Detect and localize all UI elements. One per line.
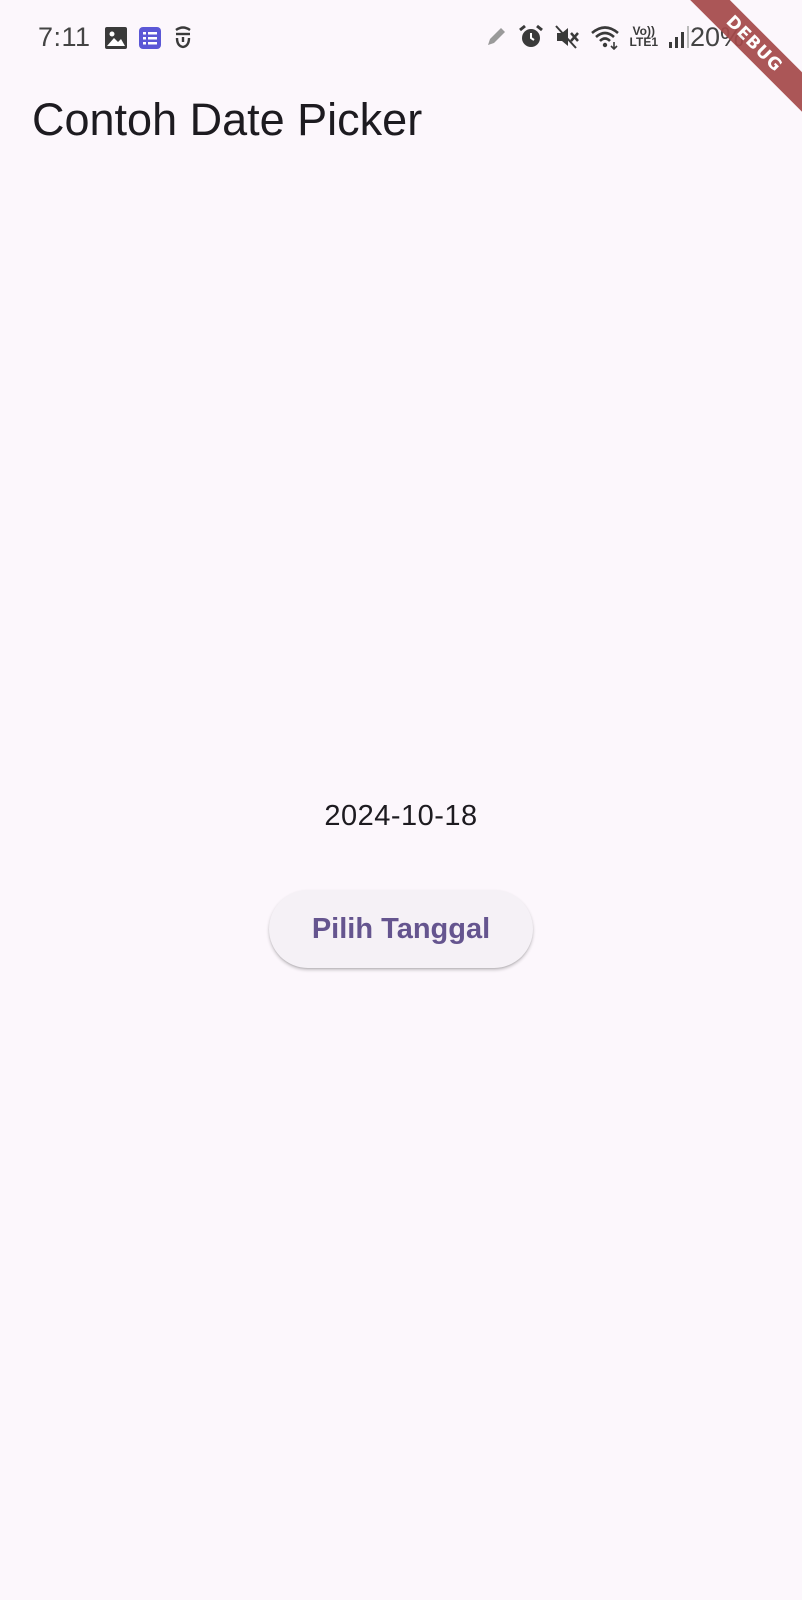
- pen-icon: [484, 25, 508, 49]
- status-right-icons: Vo)) LTE1: [484, 24, 690, 50]
- alarm-icon: [518, 24, 544, 50]
- mute-icon: [554, 24, 580, 50]
- status-bar: 7:11 Vo)) LTE1 20%: [0, 0, 802, 80]
- status-left-icons: [104, 26, 194, 50]
- page-title: Contoh Date Picker: [32, 94, 423, 145]
- pick-date-button[interactable]: Pilih Tanggal: [269, 890, 533, 968]
- battery-percent: 20%: [690, 22, 745, 52]
- volte-icon: Vo)) LTE1: [629, 25, 658, 49]
- status-time: 7:11: [38, 22, 91, 52]
- app-bar: Contoh Date Picker: [0, 80, 802, 190]
- selected-date-text: 2024-10-18: [324, 800, 478, 832]
- screen: 7:11 Vo)) LTE1 20% DEBUG Contoh Date Pic…: [0, 0, 802, 1600]
- task-list-icon: [138, 26, 162, 50]
- wifi-icon: [590, 24, 620, 50]
- image-icon: [104, 26, 128, 50]
- volte-label-bottom: LTE1: [629, 35, 658, 49]
- signal-icon: [668, 25, 690, 49]
- app-icon: [172, 26, 194, 50]
